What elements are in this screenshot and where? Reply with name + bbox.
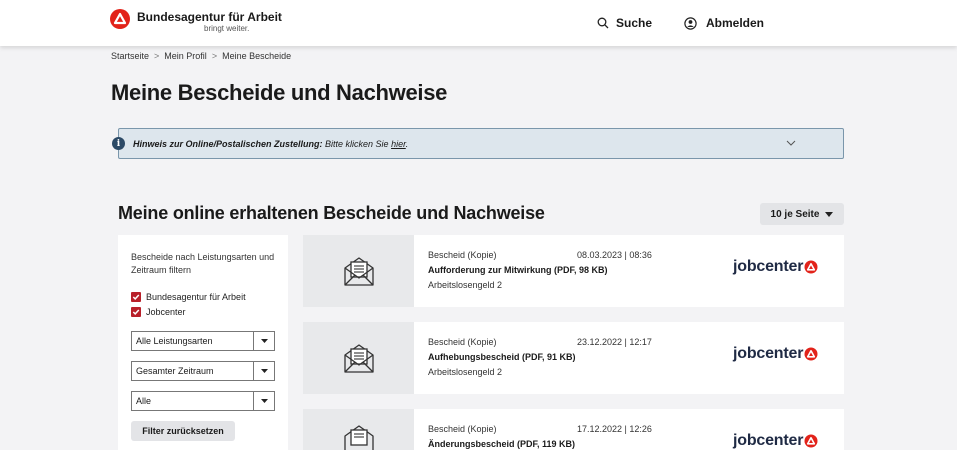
logout-button[interactable]: Abmelden [684, 16, 764, 30]
top-navigation-bar: Bundesagentur für Arbeit bringt weiter. … [0, 0, 957, 46]
notice-bold-text: Hinweis zur Online/Postalischen Zustellu… [133, 138, 323, 149]
time-range-select[interactable]: Gesamter Zeitraum [131, 361, 275, 381]
document-date: 23.12.2022 | 12:17 [577, 337, 652, 347]
brand-name[interactable]: Bundesagentur für Arbeit [137, 10, 282, 24]
checkbox-checked-icon[interactable] [131, 292, 141, 302]
page-title: Meine Bescheide und Nachweise [111, 80, 448, 105]
document-name[interactable]: Aufhebungsbescheid (PDF, 91 KB) [428, 352, 576, 362]
jobcenter-logo-text: jobcenter [733, 432, 804, 449]
jobcenter-logo-icon: jobcenter [733, 258, 818, 276]
document-date: 17.12.2022 | 12:26 [577, 424, 652, 434]
document-benefit: Arbeitslosengeld 2 [428, 367, 503, 377]
envelope-document-icon [343, 344, 374, 373]
notice-text: Hinweis zur Online/Postalischen Zustellu… [133, 139, 408, 149]
notice-link[interactable]: hier [391, 139, 406, 149]
per-page-select[interactable]: 10 je Seite [760, 203, 844, 225]
document-name[interactable]: Aufforderung zur Mitwirkung (PDF, 98 KB) [428, 265, 608, 275]
per-page-label: 10 je Seite [770, 208, 820, 220]
checkbox-label-ba: Bundesagentur für Arbeit [146, 292, 246, 302]
jobcenter-logo-text: jobcenter [733, 258, 804, 275]
caret-down-icon [253, 362, 274, 380]
breadcrumb: Startseite > Mein Profil > Meine Beschei… [111, 51, 291, 61]
document-card[interactable]: Bescheid (Kopie) 08.03.2023 | 08:36 Auff… [303, 235, 844, 307]
benefit-type-value: Alle Leistungsarten [136, 336, 213, 346]
jobcenter-logo-icon: jobcenter [733, 432, 818, 450]
section-title: Meine online erhaltenen Bescheide und Na… [118, 203, 545, 223]
document-thumbnail [303, 235, 414, 307]
document-name[interactable]: Änderungsbescheid (PDF, 119 KB) [428, 439, 575, 449]
checkbox-ba[interactable]: Bundesagentur für Arbeit [131, 292, 246, 302]
breadcrumb-separator: > [211, 51, 218, 61]
checkbox-label-jobcenter: Jobcenter [146, 307, 186, 317]
document-card[interactable]: Bescheid (Kopie) 23.12.2022 | 12:17 Aufh… [303, 322, 844, 394]
reset-filter-button[interactable]: Filter zurücksetzen [131, 421, 235, 441]
envelope-document-icon [343, 425, 374, 450]
filter-title: Bescheide nach Leistungsarten und Zeitra… [131, 252, 275, 275]
search-label: Suche [616, 16, 653, 30]
delivery-notice-accordion[interactable]: i Hinweis zur Online/Postalischen Zustel… [112, 128, 844, 159]
breadcrumb-separator: > [154, 51, 160, 61]
document-date: 08.03.2023 | 08:36 [577, 250, 652, 260]
document-thumbnail [303, 409, 414, 450]
logout-label: Abmelden [706, 16, 765, 30]
checkbox-checked-icon[interactable] [131, 307, 141, 317]
breadcrumb-item-profile[interactable]: Mein Profil [164, 51, 207, 61]
time-range-value: Gesamter Zeitraum [136, 366, 214, 376]
brand-tagline: bringt weiter. [204, 24, 250, 33]
document-type-select[interactable]: Alle [131, 391, 275, 411]
chevron-down-icon[interactable] [786, 139, 796, 147]
jobcenter-logo-text: jobcenter [733, 345, 804, 362]
document-type-value: Alle [136, 396, 152, 406]
search-button[interactable]: Suche [597, 16, 652, 30]
filter-panel: Bescheide nach Leistungsarten und Zeitra… [118, 235, 288, 450]
envelope-document-icon [343, 257, 374, 286]
benefit-type-select[interactable]: Alle Leistungsarten [131, 331, 275, 351]
caret-down-icon [253, 332, 274, 350]
checkbox-jobcenter[interactable]: Jobcenter [131, 307, 186, 317]
ba-logo-icon[interactable] [110, 9, 130, 29]
document-benefit: Arbeitslosengeld 2 [428, 280, 503, 290]
user-circle-icon [684, 16, 697, 30]
document-kind: Bescheid (Kopie) [428, 424, 497, 434]
document-kind: Bescheid (Kopie) [428, 337, 497, 347]
breadcrumb-item-home[interactable]: Startseite [111, 51, 149, 61]
notice-end: . [405, 138, 409, 149]
jobcenter-logo-icon: jobcenter [733, 345, 818, 363]
caret-down-icon [253, 392, 274, 410]
breadcrumb-item-current: Meine Bescheide [222, 51, 292, 61]
search-icon [597, 17, 609, 29]
document-kind: Bescheid (Kopie) [428, 250, 497, 260]
document-thumbnail [303, 322, 414, 394]
caret-down-icon [825, 211, 834, 217]
document-card[interactable]: Bescheid (Kopie) 17.12.2022 | 12:26 Ände… [303, 409, 844, 450]
notice-body-text: Bitte klicken Sie [322, 138, 392, 149]
info-icon: i [112, 137, 125, 150]
